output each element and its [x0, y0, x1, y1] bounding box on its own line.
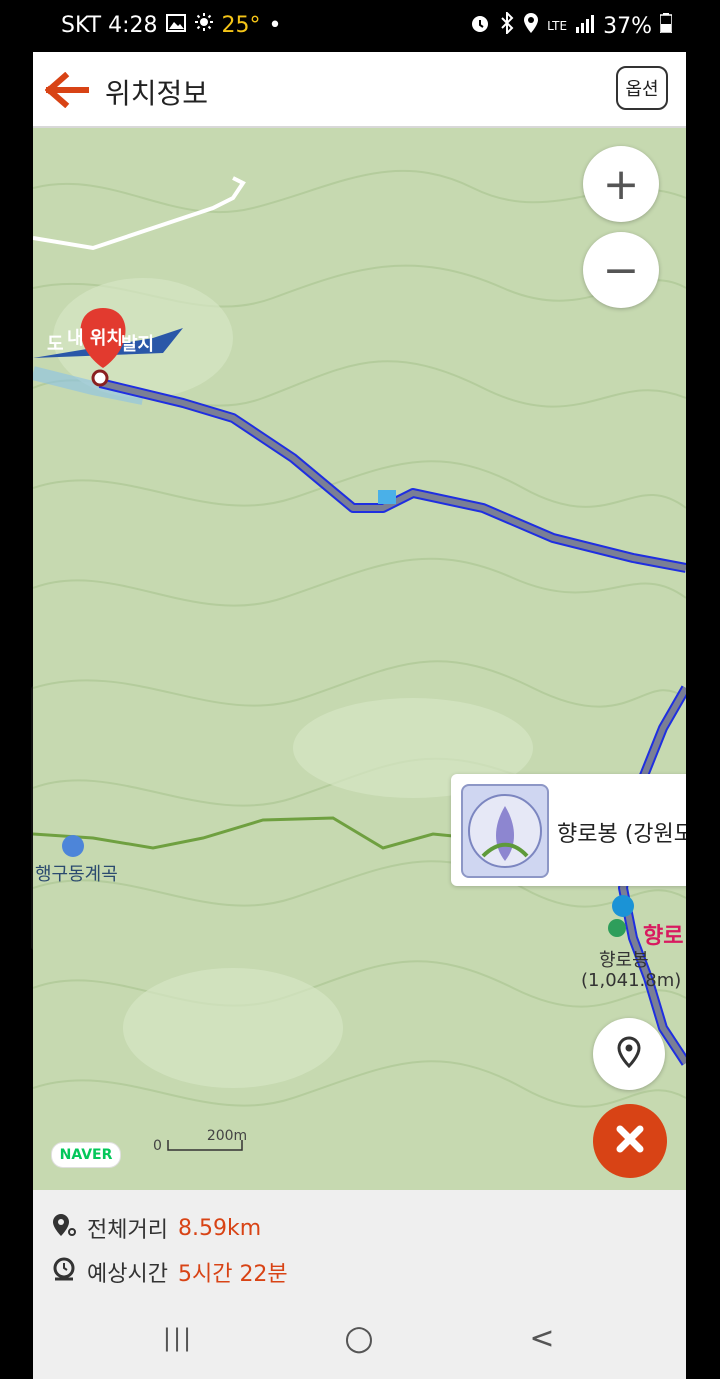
status-left: SKT 4:28 25° •	[61, 12, 282, 38]
network-type: LTE	[547, 19, 568, 33]
back-button[interactable]: <	[517, 1318, 567, 1358]
app-window: SKT 4:28 25° • LTE 37% 위치정보 옵션 도 내 위치 발지…	[33, 0, 686, 1379]
distance-row: 전체거리 8.59km	[51, 1212, 261, 1244]
time-value: 5시간 22분	[177, 1262, 288, 1287]
bluetooth-icon	[499, 10, 515, 40]
my-location-label: 내 위치	[67, 328, 123, 349]
time-label: 예상시간	[87, 1262, 168, 1287]
close-icon	[613, 1122, 647, 1160]
map-view[interactable]: 도 내 위치 발지 행구동계곡 향로 향로봉 (1,041.8m) 향로봉 (강…	[33, 128, 686, 1190]
zoom-in-button[interactable]: +	[583, 146, 659, 222]
recent-apps-button[interactable]: |||	[153, 1318, 203, 1358]
signal-icon	[575, 14, 595, 39]
close-route-button[interactable]	[593, 1104, 667, 1178]
distance-label: 전체거리	[87, 1218, 168, 1243]
battery-icon	[659, 13, 673, 39]
my-location-button[interactable]	[593, 1018, 665, 1090]
gallery-icon	[165, 13, 186, 38]
alarm-icon	[469, 12, 491, 40]
status-right: LTE 37%	[469, 10, 673, 40]
location-status-icon	[523, 12, 539, 40]
poi-popup[interactable]: 향로봉 (강원도	[451, 774, 686, 886]
app-bar: 위치정보 옵션	[33, 52, 686, 129]
poi-thumbnail	[461, 784, 549, 878]
start-label-left: 도	[47, 334, 64, 355]
system-nav-bar: ||| ○ <	[33, 1300, 686, 1379]
carrier-time: SKT 4:28	[61, 12, 158, 38]
naver-logo: NAVER	[51, 1142, 121, 1168]
weather-icon	[194, 12, 214, 38]
back-arrow-icon[interactable]	[44, 71, 90, 109]
home-button[interactable]: ○	[331, 1318, 387, 1358]
battery-level: 37%	[603, 13, 652, 39]
poi-title: 향로봉 (강원도	[557, 822, 686, 847]
distance-icon	[51, 1212, 77, 1244]
notification-dot: •	[268, 12, 282, 38]
peak-elevation-label: (1,041.8m)	[581, 970, 682, 991]
map-scale: 0 200m	[153, 1128, 291, 1154]
option-button[interactable]: 옵션	[616, 66, 668, 110]
zoom-out-button[interactable]: −	[583, 232, 659, 308]
clock-icon	[51, 1256, 77, 1288]
scale-distance: 200m	[206, 1128, 248, 1144]
peak-label: 향로	[643, 924, 684, 949]
location-pin-icon	[616, 1036, 642, 1072]
status-bar: SKT 4:28 25° • LTE 37%	[33, 0, 686, 52]
valley-label: 행구동계곡	[35, 864, 118, 885]
peak-name-label: 향로봉	[599, 950, 649, 971]
scale-zero: 0	[153, 1138, 162, 1154]
page-title: 위치정보	[105, 77, 209, 110]
distance-value: 8.59km	[177, 1215, 262, 1241]
temperature: 25°	[221, 12, 261, 38]
route-info-panel: 전체거리 8.59km 예상시간 5시간 22분	[33, 1190, 686, 1300]
start-label-right: 발지	[121, 334, 155, 355]
time-row: 예상시간 5시간 22분	[51, 1256, 288, 1288]
